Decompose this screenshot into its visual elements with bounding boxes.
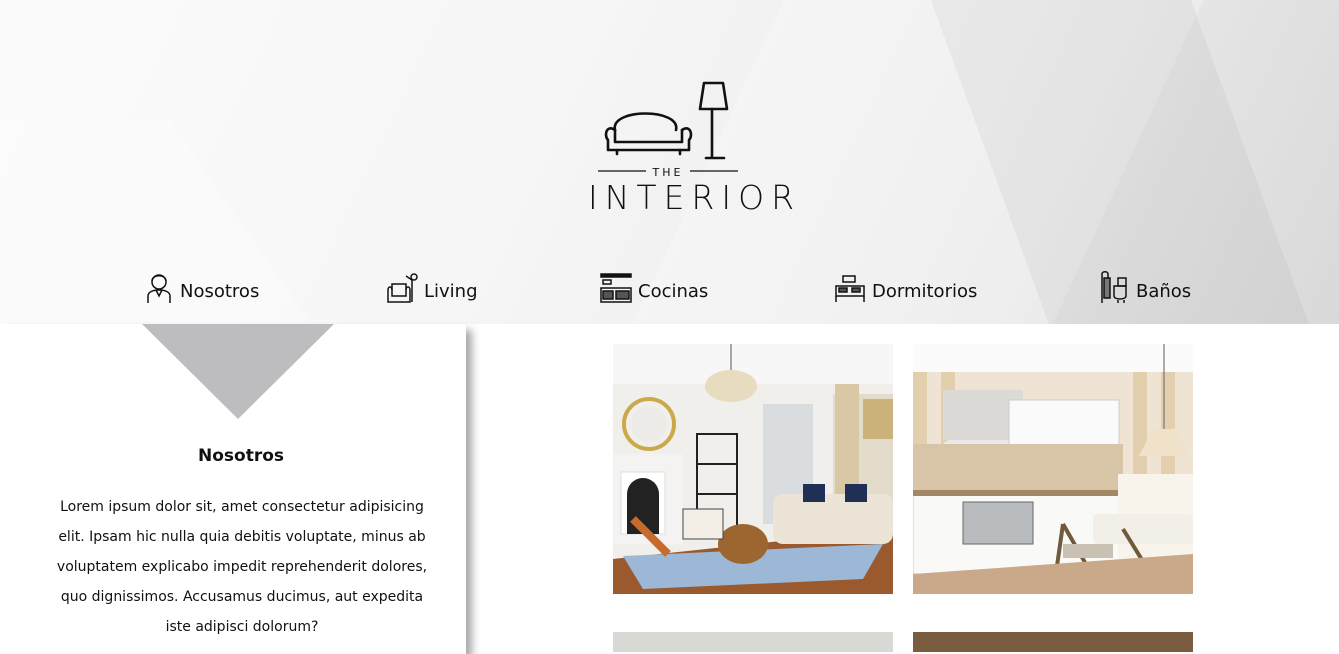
bathroom-icon [1101, 271, 1127, 303]
person-icon [147, 274, 171, 303]
gallery-photo[interactable] [913, 632, 1193, 652]
nav-label: Living [424, 281, 478, 302]
logo[interactable]: THE INTERIOR [588, 80, 801, 217]
nav-item-cocinas[interactable]: Cocinas [600, 262, 708, 304]
sofa-lamp-icon [604, 81, 729, 160]
hero-banner: THE INTERIOR Nosotros Living Cocinas Dor… [0, 0, 1339, 324]
logo-wordmark: INTERIOR [588, 178, 801, 217]
main-nav: Nosotros Living Cocinas Dormitorios Baño… [0, 262, 1339, 312]
nav-label: Baños [1136, 281, 1192, 302]
nav-label: Dormitorios [872, 281, 978, 302]
nav-item-dormitorios[interactable]: Dormitorios [834, 262, 977, 304]
nav-label: Nosotros [180, 281, 260, 302]
nav-label: Cocinas [638, 281, 709, 302]
about-card: Nosotros Lorem ipsum dolor sit, amet con… [0, 324, 466, 654]
logo-divider [598, 170, 738, 172]
nav-item-banos[interactable]: Baños [1098, 262, 1191, 304]
nav-indicator-triangle [142, 324, 334, 419]
armchair-lamp-icon [387, 273, 418, 303]
living-room-photo[interactable] [613, 344, 893, 594]
gallery-photo[interactable] [613, 632, 893, 652]
bed-icon [835, 275, 865, 302]
about-title: Nosotros [197, 446, 284, 466]
nav-item-nosotros[interactable]: Nosotros [146, 262, 259, 304]
nav-item-living[interactable]: Living [384, 262, 478, 304]
about-text: Lorem ipsum dolor sit, amet consectetur … [56, 499, 428, 635]
kitchen-photo[interactable] [913, 344, 1193, 594]
kitchen-icon [600, 273, 632, 303]
